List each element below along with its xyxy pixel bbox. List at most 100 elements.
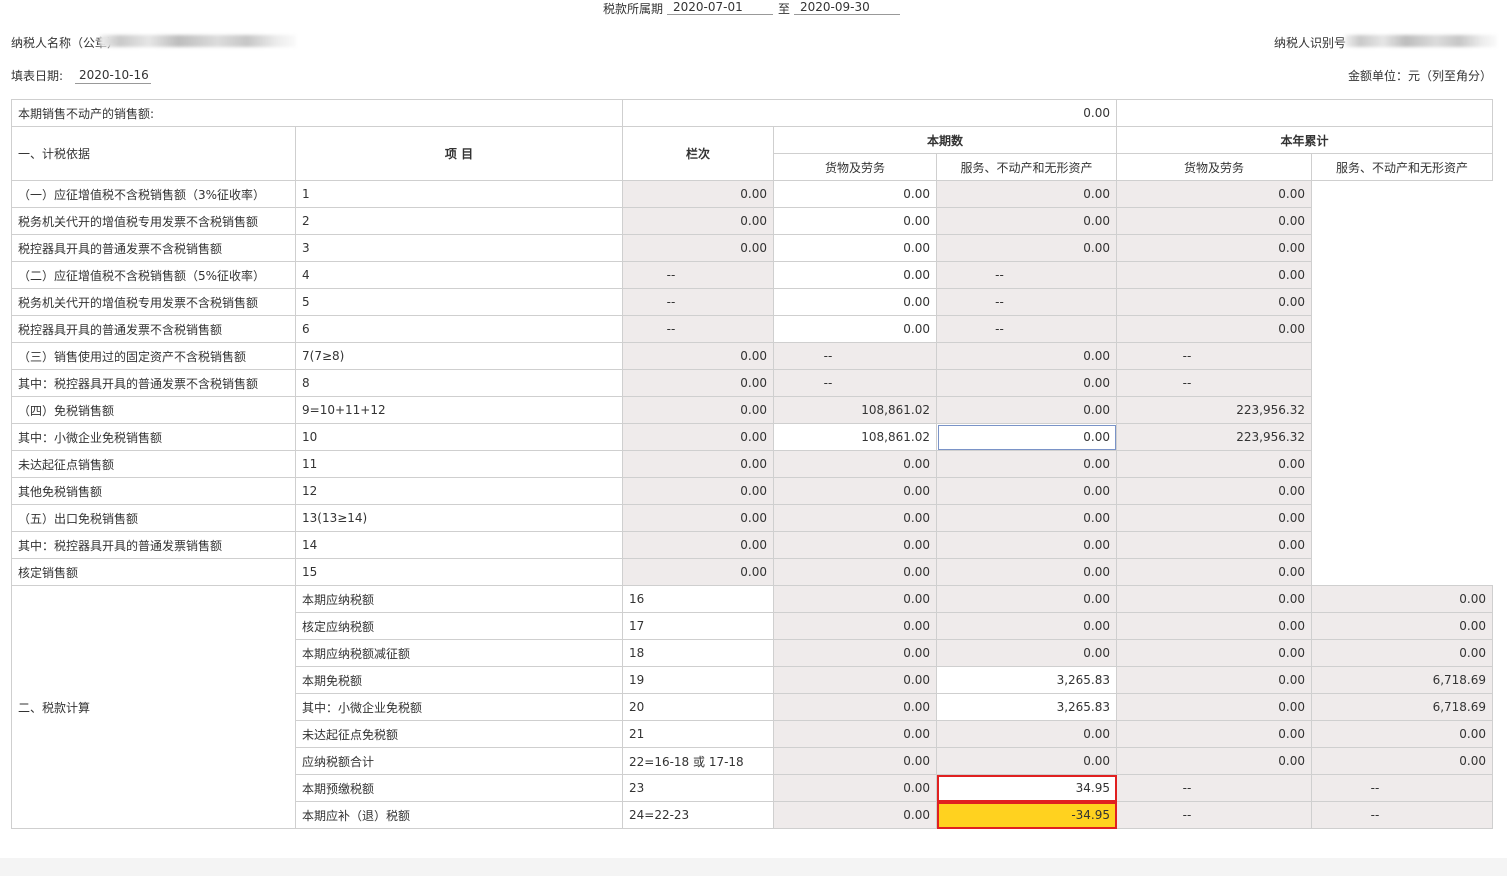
top-row: 本期销售不动产的销售额: 0.00 (11, 99, 1493, 127)
service-current-cell[interactable]: 0.00 (773, 315, 937, 343)
goods-current-cell: 0.00 (622, 180, 774, 208)
goods-current-cell: 0.00 (622, 450, 774, 478)
goods-current-cell: 0.00 (622, 342, 774, 370)
group-current-header: 本期数 (773, 126, 1117, 154)
taxpayer-id-redacted (1345, 35, 1497, 47)
goods-year-cell: -- (936, 315, 1117, 343)
goods-current-cell: -- (622, 288, 774, 316)
table-row: （一）应征增值税不含税销售额（3%征收率） 1 0.00 0.00 0.00 0.00 (11, 180, 1493, 208)
service-year-cell: -- (1311, 801, 1493, 829)
service-year-cell: 6,718.69 (1311, 666, 1493, 694)
goods-year-cell: 0.00 (936, 531, 1117, 559)
row-item-label: 核定销售额 (11, 558, 296, 586)
row-item-label: 本期应纳税额减征额 (295, 639, 623, 667)
service-current-cell: 0.00 (773, 531, 937, 559)
row-item-label: 核定应纳税额 (295, 612, 623, 640)
goods-year-cell: 0.00 (1116, 720, 1312, 748)
row-line-number: 18 (622, 639, 774, 667)
table-row: （二）应征增值税不含税销售额（5%征收率） 4 -- 0.00 -- 0.00 (11, 261, 1493, 289)
row-item-label: 税务机关代开的增值税专用发票不含税销售额 (11, 207, 296, 235)
row-line-number: 23 (622, 774, 774, 802)
service-current-cell: 0.00 (936, 639, 1117, 667)
goods-current-cell: 0.00 (622, 423, 774, 451)
service-year-cell: 0.00 (1311, 720, 1493, 748)
section-tax-calculation: 二、税款计算 (11, 585, 296, 829)
service-current-cell[interactable]: 3,265.83 (936, 666, 1117, 694)
goods-current-cell: 0.00 (622, 396, 774, 424)
goods-current-cell: 0.00 (622, 504, 774, 532)
row-line-number: 12 (295, 477, 623, 505)
footer-bar (0, 858, 1507, 876)
goods-year-cell: 0.00 (1116, 693, 1312, 721)
period-end-field[interactable]: 2020-09-30 (794, 0, 900, 15)
col-item-header: 项 目 (295, 126, 623, 181)
service-current-cell[interactable]: -34.95 (936, 801, 1117, 829)
service-year-cell: -- (1311, 774, 1493, 802)
goods-year-cell: 0.00 (1116, 585, 1312, 613)
table-row: （四）免税销售额 9=10+11+12 0.00 108,861.02 0.00 223,… (11, 396, 1493, 424)
row-line-number: 8 (295, 369, 623, 397)
goods-year-cell: -- (1116, 774, 1312, 802)
period-label: 税款所属期 (603, 2, 664, 16)
fill-date-field[interactable]: 2020-10-16 (75, 66, 151, 84)
group-year-header: 本年累计 (1116, 126, 1493, 154)
service-year-cell: 0.00 (1311, 747, 1493, 775)
service-year-cell: 0.00 (1116, 504, 1312, 532)
row-item-label: （四）免税销售额 (11, 396, 296, 424)
service-year-cell: 0.00 (1311, 612, 1493, 640)
service-year-cell: 0.00 (1116, 531, 1312, 559)
row-item-label: 税控器具开具的普通发票不含税销售额 (11, 234, 296, 262)
row-line-number: 19 (622, 666, 774, 694)
service-current-cell[interactable]: 0.00 (773, 234, 937, 262)
service-current-cell[interactable]: 3,265.83 (936, 693, 1117, 721)
service-current-cell[interactable]: 0.00 (773, 261, 937, 289)
goods-year-cell: 0.00 (1116, 747, 1312, 775)
service-year-cell: 0.00 (1116, 558, 1312, 586)
table-row: 税控器具开具的普通发票不含税销售额 6 -- 0.00 -- 0.00 (11, 315, 1493, 343)
goods-current-cell: 0.00 (622, 369, 774, 397)
service-current-cell: 0.00 (773, 504, 937, 532)
goods-year-cell: 0.00 (936, 504, 1117, 532)
table-row: 税务机关代开的增值税专用发票不含税销售额 2 0.00 0.00 0.00 0.00 (11, 207, 1493, 235)
service-year-cell: 0.00 (1116, 180, 1312, 208)
sub-service-current: 服务、不动产和无形资产 (936, 153, 1117, 181)
goods-current-cell: 0.00 (773, 774, 937, 802)
service-year-cell: 0.00 (1116, 477, 1312, 505)
goods-year-cell: -- (936, 288, 1117, 316)
row-line-number: 7(7≥8) (295, 342, 623, 370)
service-year-cell: -- (1116, 369, 1312, 397)
service-current-cell: 0.00 (936, 612, 1117, 640)
goods-year-cell[interactable]: 0.00 (936, 423, 1117, 451)
period-start-field[interactable]: 2020-07-01 (667, 0, 773, 15)
goods-current-cell: 0.00 (622, 207, 774, 235)
row-line-number: 4 (295, 261, 623, 289)
service-current-cell[interactable]: 0.00 (773, 288, 937, 316)
service-year-cell: 0.00 (1116, 288, 1312, 316)
row-line-number: 16 (622, 585, 774, 613)
goods-year-cell: 0.00 (936, 396, 1117, 424)
service-current-cell[interactable]: 0.00 (773, 180, 937, 208)
service-year-cell: 0.00 (1116, 234, 1312, 262)
service-current-cell: 0.00 (936, 747, 1117, 775)
top-row-value[interactable]: 0.00 (622, 99, 1117, 127)
service-current-cell[interactable]: 0.00 (773, 207, 937, 235)
row-item-label: 本期免税额 (295, 666, 623, 694)
goods-year-cell: 0.00 (936, 342, 1117, 370)
table-row: （三）销售使用过的固定资产不含税销售额 7(7≥8) 0.00 -- 0.00 -- (11, 342, 1493, 370)
table-row: 其他免税销售额 12 0.00 0.00 0.00 0.00 (11, 477, 1493, 505)
service-current-cell[interactable]: 108,861.02 (773, 423, 937, 451)
row-item-label: （五）出口免税销售额 (11, 504, 296, 532)
taxpayer-id-label: 纳税人识别号 (1274, 36, 1347, 50)
table-row: 其中：小微企业免税销售额 10 0.00 108,861.02 0.00 223,956.… (11, 423, 1493, 451)
service-year-cell: 0.00 (1116, 207, 1312, 235)
goods-year-cell: 0.00 (936, 558, 1117, 586)
row-line-number: 1 (295, 180, 623, 208)
goods-year-cell: -- (1116, 801, 1312, 829)
goods-year-cell: 0.00 (936, 207, 1117, 235)
service-current-cell: 0.00 (773, 558, 937, 586)
row-item-label: 其中：税控器具开具的普通发票不含税销售额 (11, 369, 296, 397)
goods-current-cell: 0.00 (773, 801, 937, 829)
service-current-cell[interactable]: 34.95 (936, 774, 1117, 802)
row-item-label: 本期应补（退）税额 (295, 801, 623, 829)
goods-current-cell: 0.00 (773, 747, 937, 775)
